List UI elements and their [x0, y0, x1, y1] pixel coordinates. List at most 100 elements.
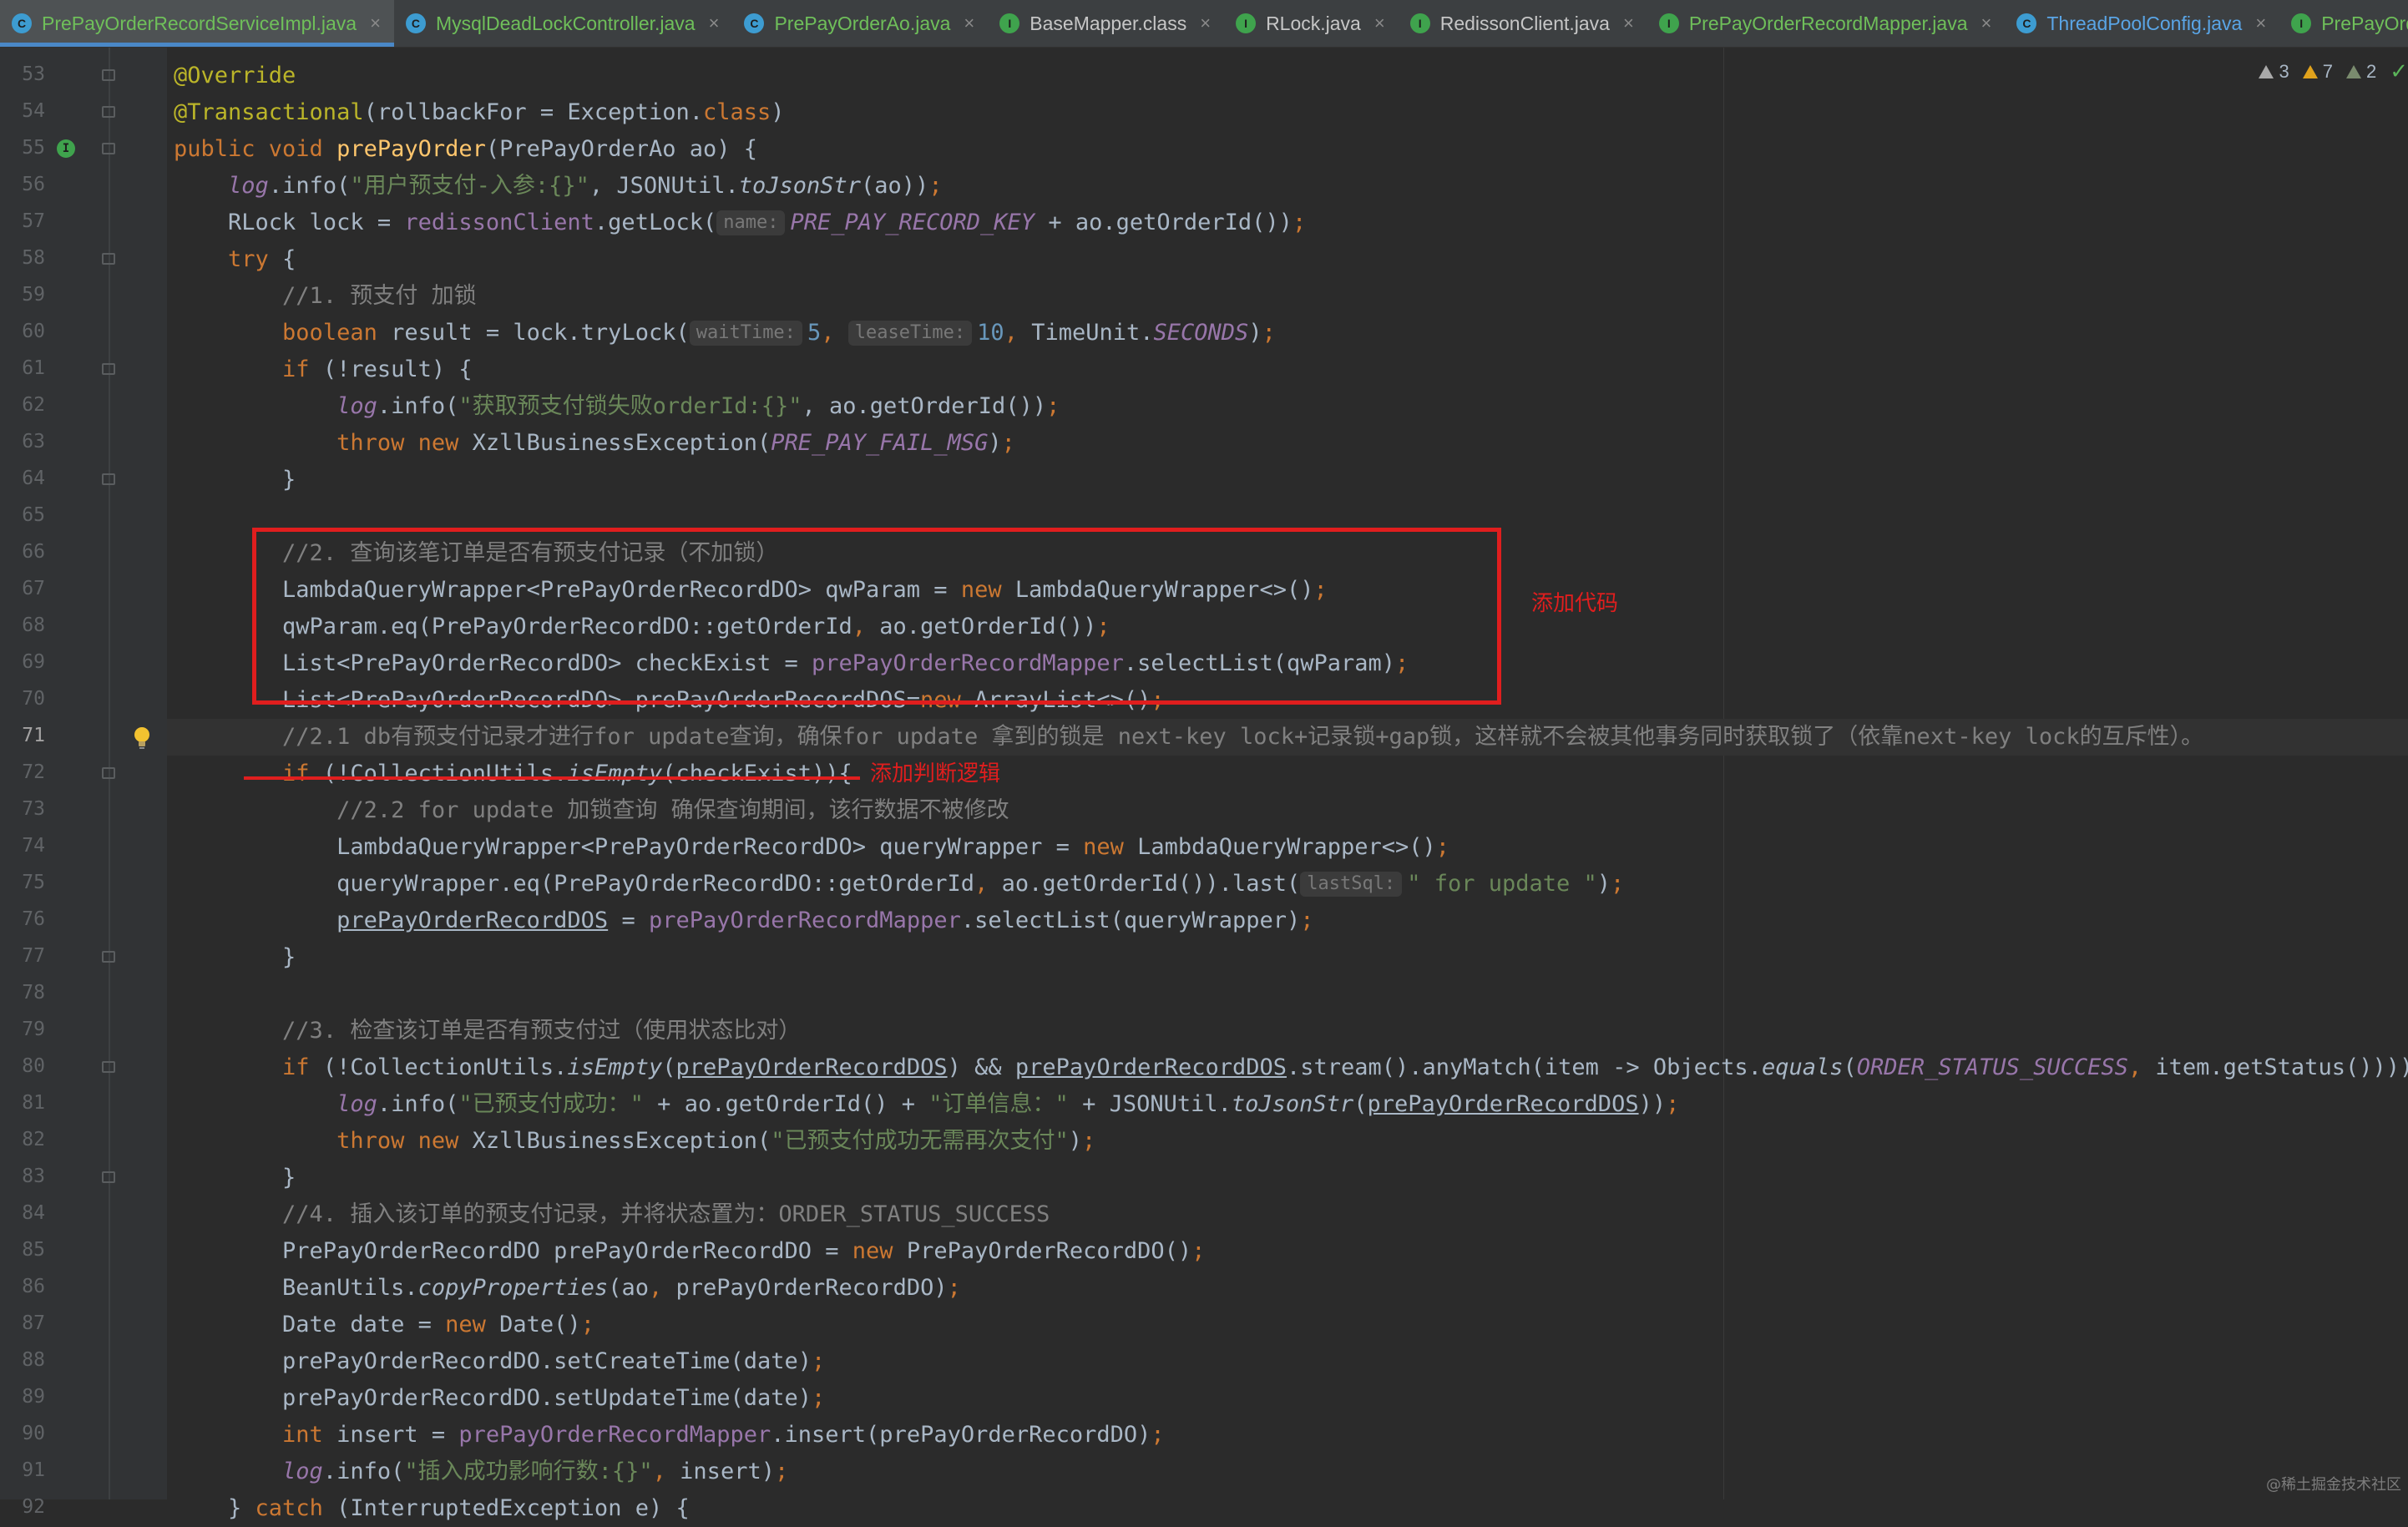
close-tab-icon[interactable]: ×	[2255, 13, 2266, 34]
inspection-widget[interactable]: 3 7 2 ✓	[2259, 58, 2408, 84]
fold-marker-icon[interactable]	[102, 143, 115, 154]
close-tab-icon[interactable]: ×	[1623, 13, 1634, 34]
code-token: prePayOrderRecordDOS	[675, 1054, 948, 1080]
code-line[interactable]: log.info("插入成功影响行数:{}", insert);	[174, 1454, 788, 1490]
fold-marker-icon[interactable]	[102, 253, 115, 265]
fold-marker-icon[interactable]	[102, 69, 115, 81]
fold-marker-icon[interactable]	[102, 363, 115, 375]
code-line[interactable]: boolean result = lock.tryLock(waitTime: 5…	[174, 315, 1276, 351]
fold-marker-icon[interactable]	[102, 767, 115, 779]
code-line[interactable]: public void prePayOrder(PrePayOrderAo ao…	[174, 131, 757, 168]
code-line[interactable]: }	[174, 462, 296, 498]
right-margin-guide	[1723, 48, 1724, 1499]
code-line[interactable]: int insert = prePayOrderRecordMapper.ins…	[174, 1417, 1165, 1454]
code-line[interactable]: //2.2 for update 加锁查询 确保查询期间，该行数据不被修改	[174, 792, 1009, 829]
tab-label: ThreadPoolConfig.java	[2046, 12, 2243, 34]
warnings-indicator[interactable]: 7	[2302, 61, 2333, 83]
editor-tab[interactable]: C PrePayOrderAo.java ×	[732, 0, 988, 47]
code-token: ;	[1666, 1091, 1680, 1117]
editor-tab[interactable]: C ThreadPoolConfig.java ×	[2005, 0, 2279, 47]
fold-marker-icon[interactable]	[102, 951, 115, 963]
code-line[interactable]: //3. 检查该订单是否有预支付过（使用状态比对）	[174, 1013, 801, 1049]
code-token: ;	[1292, 210, 1307, 235]
code-line[interactable]: @Override	[174, 58, 296, 94]
code-line[interactable]: BeanUtils.copyProperties(ao, prePayOrder…	[174, 1270, 961, 1307]
code-line[interactable]: RLock lock = redissonClient.getLock(name…	[174, 205, 1306, 241]
code-line[interactable]: Date date = new Date();	[174, 1307, 594, 1343]
editor-tab[interactable]: I PrePayOrderRecordMapper.java ×	[1647, 0, 2006, 47]
weak-warnings-indicator[interactable]: 3	[2259, 61, 2289, 83]
intention-bulb-icon[interactable]	[132, 726, 152, 754]
editor-tab[interactable]: I RLock.java ×	[1224, 0, 1399, 47]
editor-tab[interactable]: C MysqlDeadLockController.java ×	[394, 0, 733, 47]
fold-marker-icon[interactable]	[102, 106, 115, 118]
code-line[interactable]: //2.1 db有预支付记录才进行for update查询，确保for upda…	[174, 719, 2203, 756]
code-token: ;	[1001, 430, 1015, 456]
fold-marker-icon[interactable]	[102, 473, 115, 485]
code-line[interactable]: throw new XzllBusinessException(PRE_PAY_…	[174, 425, 1015, 462]
code-token: Date()	[499, 1312, 581, 1337]
editor-tab[interactable]: C PrePayOrderRecordServiceImpl.java ×	[0, 0, 394, 47]
code-token: prePayOrderRecordDO.setUpdateTime(date)	[174, 1385, 812, 1411]
code-line[interactable]: } catch (InterruptedException e) {	[174, 1490, 690, 1527]
typos-indicator[interactable]: 2	[2345, 61, 2376, 83]
code-line[interactable]: log.info("已预支付成功：" + ao.getOrderId() + "…	[174, 1086, 1679, 1123]
fold-marker-icon[interactable]	[102, 1171, 115, 1183]
close-tab-icon[interactable]: ×	[1374, 13, 1385, 34]
code-line[interactable]: prePayOrderRecordDO.setUpdateTime(date);	[174, 1380, 825, 1417]
code-token: LambdaQueryWrapper<>()	[1137, 834, 1436, 860]
code-editor[interactable]: @Override @Transactional(rollbackFor = Ex…	[167, 48, 2408, 1521]
line-number: 85	[22, 1239, 45, 1261]
code-line[interactable]: //4. 插入该订单的预支付记录，并将状态置为：ORDER_STATUS_SUC…	[174, 1196, 1050, 1233]
code-line[interactable]: }	[174, 939, 296, 976]
parameter-hint: name:	[716, 210, 786, 235]
code-line[interactable]: prePayOrderRecordDO.setCreateTime(date);	[174, 1343, 825, 1380]
code-line[interactable]: queryWrapper.eq(PrePayOrderRecordDO::get…	[174, 866, 1624, 903]
line-number: 77	[22, 945, 45, 967]
code-line[interactable]: //1. 预支付 加锁	[174, 278, 477, 315]
code-line[interactable]: }	[174, 1160, 296, 1196]
code-line[interactable]: if (!CollectionUtils.isEmpty(checkExist)…	[174, 756, 852, 792]
code-line[interactable]: try {	[174, 241, 296, 278]
line-number: 71	[22, 725, 45, 746]
code-line[interactable]: LambdaQueryWrapper<PrePayOrderRecordDO> …	[174, 829, 1449, 866]
code-token: ;	[1435, 834, 1450, 860]
line-number: 89	[22, 1386, 45, 1408]
code-token: "订单信息："	[928, 1091, 1069, 1117]
code-line[interactable]: throw new XzllBusinessException("已预支付成功无…	[174, 1123, 1095, 1160]
code-line[interactable]: prePayOrderRecordDOS = prePayOrderRecord…	[174, 903, 1314, 939]
line-number: 69	[22, 651, 45, 673]
code-line[interactable]: log.info("用户预支付-入参:{}", JSONUtil.toJsonS…	[174, 168, 943, 205]
code-line[interactable]: log.info("获取预支付锁失败orderId:{}", ao.getOrd…	[174, 388, 1060, 425]
code-line[interactable]: if (!CollectionUtils.isEmpty(prePayOrder…	[174, 1049, 2408, 1086]
code-token: }	[174, 1165, 296, 1191]
close-tab-icon[interactable]: ×	[1200, 13, 1211, 34]
code-token: }	[174, 944, 296, 970]
line-number: 79	[22, 1019, 45, 1040]
editor-tab[interactable]: I BaseMapper.class ×	[988, 0, 1224, 47]
implements-method-icon[interactable]: I	[57, 139, 75, 158]
code-token: ;	[1151, 1422, 1165, 1448]
close-tab-icon[interactable]: ×	[709, 13, 720, 34]
code-token: (PrePayOrderAo ao) {	[485, 136, 757, 162]
fold-marker-icon[interactable]	[102, 1061, 115, 1073]
code-line[interactable]: @Transactional(rollbackFor = Exception.c…	[174, 94, 785, 131]
line-number: 73	[22, 798, 45, 820]
code-token: copyProperties	[417, 1275, 609, 1301]
close-tab-icon[interactable]: ×	[964, 13, 974, 34]
close-tab-icon[interactable]: ×	[370, 13, 381, 34]
code-token: ;	[1300, 908, 1314, 933]
code-token: ,	[2127, 1054, 2156, 1080]
line-number: 61	[22, 357, 45, 379]
code-token: + JSONUtil.	[1068, 1091, 1232, 1117]
editor-tab[interactable]: I PrePayOrd	[2279, 0, 2408, 47]
code-line[interactable]: if (!result) {	[174, 351, 473, 388]
code-token: }	[174, 467, 296, 493]
close-tab-icon[interactable]: ×	[1981, 13, 1992, 34]
editor-tab[interactable]: I RedissonClient.java ×	[1399, 0, 1647, 47]
code-line[interactable]: PrePayOrderRecordDO prePayOrderRecordDO …	[174, 1233, 1205, 1270]
line-number: 92	[22, 1496, 45, 1518]
